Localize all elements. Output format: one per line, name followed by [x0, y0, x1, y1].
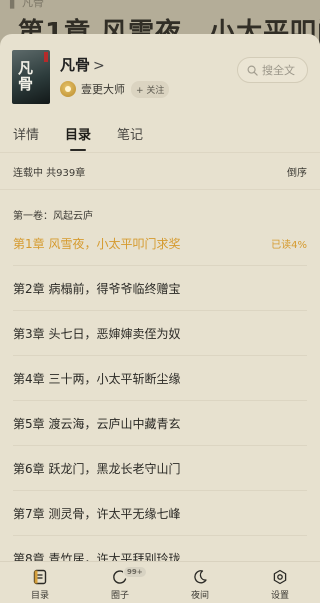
bottom-nav: 目录 99+ 圈子 夜间 设置	[0, 561, 320, 603]
tab-notes[interactable]: 笔记	[117, 124, 143, 151]
volume-title: 第一卷：风起云庐	[13, 211, 93, 222]
chapter-list: 第1章 风雪夜，小太平叩门求奖 已读4% 第2章 病榻前，得爷爷临终赠宝 第3章…	[13, 221, 307, 581]
chevron-right-icon: >	[93, 58, 105, 74]
chapter-item-current[interactable]: 第1章 风雪夜，小太平叩门求奖 已读4%	[13, 221, 307, 266]
chapter-item[interactable]: 第2章 病榻前，得爷爷临终赠宝	[13, 266, 307, 311]
cover-text: 凡骨	[18, 59, 34, 93]
tab-catalog[interactable]: 目录	[65, 124, 91, 151]
author-row: 壹更大师 + 关注	[60, 80, 170, 98]
search-icon	[247, 65, 258, 76]
author-avatar[interactable]	[60, 81, 76, 97]
chapter-title: 第5章 渡云海，云庐山中藏青玄	[13, 416, 181, 431]
divider	[0, 189, 320, 190]
nav-label: 圈子	[110, 591, 129, 601]
book-title[interactable]: 凡骨 >	[60, 54, 105, 75]
chapter-item[interactable]: 第6章 跃龙门，黑龙长老守山门	[13, 446, 307, 491]
chapter-title: 第2章 病榻前，得爷爷临终赠宝	[13, 281, 181, 296]
chapter-title: 第3章 头七日，恶婶婶卖侄为奴	[13, 326, 181, 341]
book-cover[interactable]: 凡骨	[12, 50, 50, 104]
author-badge-icon	[65, 86, 71, 92]
status-row: 连载中 共939章 倒序	[13, 164, 307, 179]
nav-label: 设置	[270, 591, 289, 601]
catalog-icon	[33, 569, 47, 585]
chapter-title: 第6章 跃龙门，黑龙长老守山门	[13, 461, 181, 476]
search-input[interactable]: 搜全文	[237, 57, 308, 83]
nav-circle[interactable]: 99+ 圈子	[80, 562, 160, 603]
serial-status: 连载中 共939章	[13, 168, 86, 179]
search-placeholder: 搜全文	[262, 64, 295, 77]
sort-button[interactable]: 倒序	[287, 164, 307, 179]
catalog-panel: 凡骨 凡骨 > 壹更大师 + 关注 搜全文 详情 目录 笔记 连载中 共939章 …	[0, 34, 320, 603]
chapter-title: 第4章 三十两，小太平斩断尘缘	[13, 371, 181, 386]
chapter-item[interactable]: 第3章 头七日，恶婶婶卖侄为奴	[13, 311, 307, 356]
book-header: 凡骨 凡骨 > 壹更大师 + 关注 搜全文	[12, 50, 308, 108]
divider	[0, 152, 320, 153]
nav-settings[interactable]: 设置	[240, 562, 320, 603]
chapter-item[interactable]: 第4章 三十两，小太平斩断尘缘	[13, 356, 307, 401]
chapter-title: 第7章 测灵骨，许太平无缘七峰	[13, 506, 181, 521]
chapter-item[interactable]: 第5章 渡云海，云庐山中藏青玄	[13, 401, 307, 446]
nav-label: 夜间	[190, 591, 209, 601]
nav-night-mode[interactable]: 夜间	[160, 562, 240, 603]
nav-catalog[interactable]: 目录	[0, 562, 80, 603]
tab-details[interactable]: 详情	[13, 124, 39, 151]
follow-button[interactable]: + 关注	[131, 80, 170, 98]
book-title-text: 凡骨	[60, 56, 91, 74]
read-progress: 已读4%	[271, 239, 307, 251]
tab-bar: 详情 目录 笔记	[13, 124, 169, 151]
notification-badge: 99+	[123, 566, 147, 578]
settings-icon	[273, 569, 287, 585]
chapter-title: 第1章 风雪夜，小太平叩门求奖	[13, 236, 181, 251]
cover-tag	[44, 52, 48, 62]
moon-icon	[194, 570, 207, 584]
chapter-item[interactable]: 第7章 测灵骨，许太平无缘七峰	[13, 491, 307, 536]
author-name[interactable]: 壹更大师	[81, 81, 125, 97]
nav-label: 目录	[30, 591, 49, 601]
